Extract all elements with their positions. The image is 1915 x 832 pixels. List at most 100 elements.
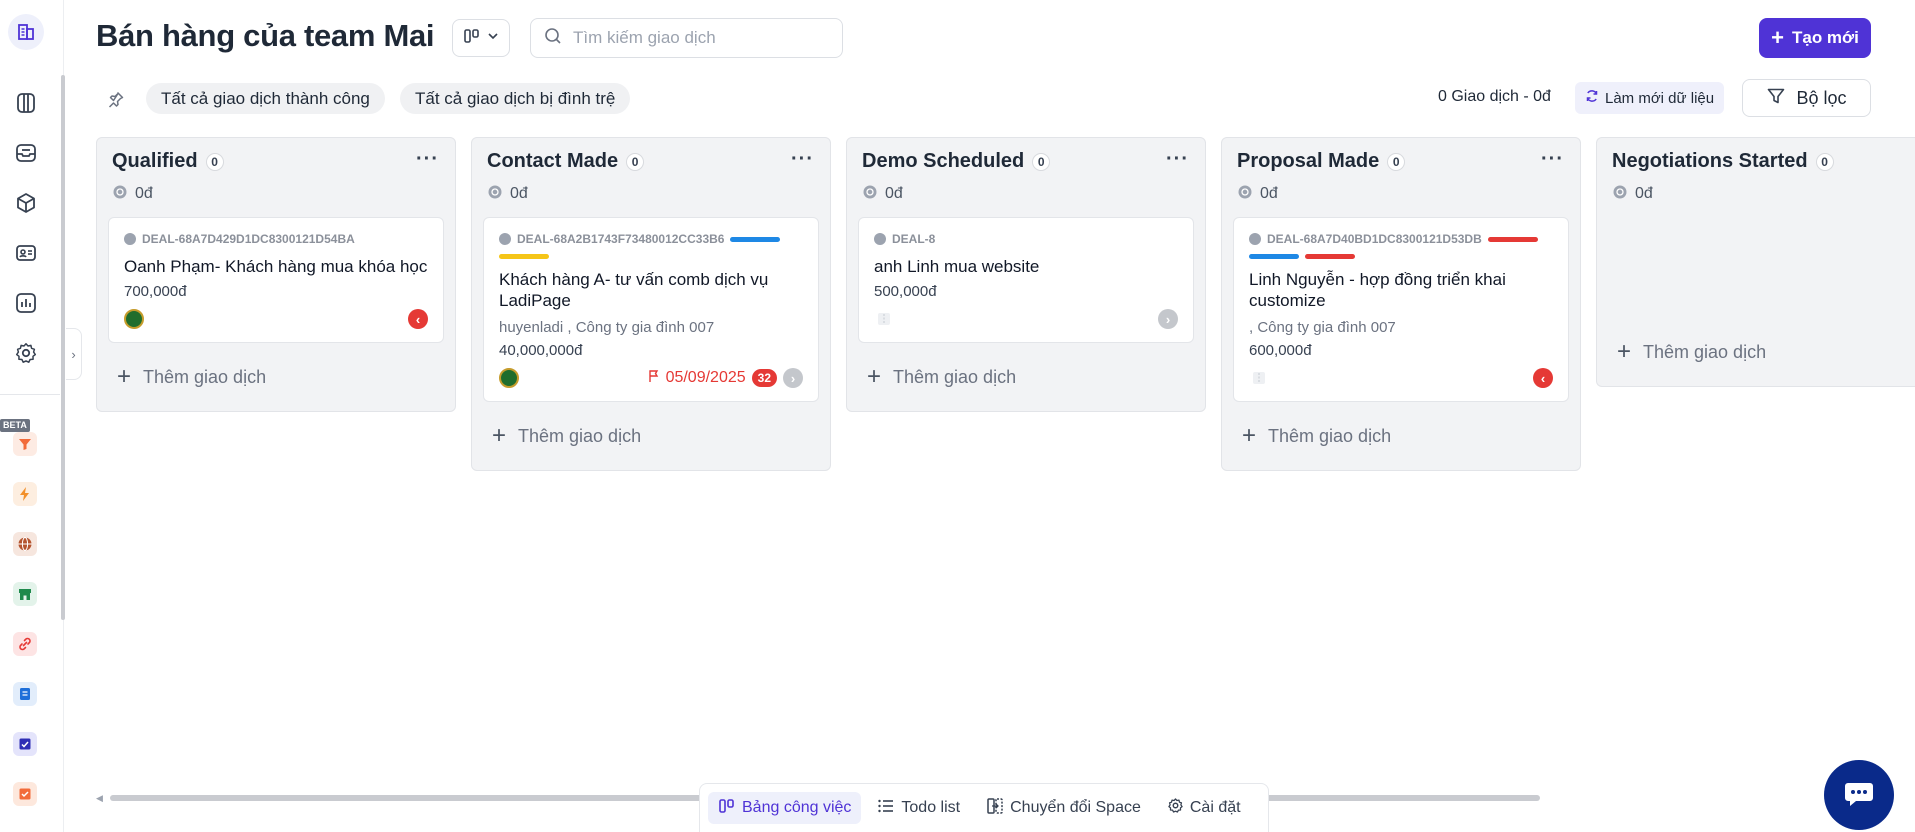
stage-title: Demo Scheduled [862, 150, 1025, 172]
form-app-icon[interactable] [13, 732, 37, 756]
list-icon [877, 797, 895, 820]
move-back-button[interactable]: ‹ [1533, 368, 1553, 388]
deal-contact: , Công ty gia đình 007 [1249, 319, 1396, 336]
deal-card[interactable]: DEAL-8 anh Linh mua website 500,000đ › [858, 217, 1194, 343]
search-input[interactable] [573, 28, 823, 48]
deal-card[interactable]: DEAL-68A7D429D1DC8300121D54BA Oanh Phạm-… [108, 217, 444, 343]
avatar [124, 309, 144, 329]
due-date: 05/09/2025 [647, 369, 746, 388]
deal-value: 40,000,000đ [499, 342, 583, 359]
chip-success-deals[interactable]: Tất cả giao dịch thành công [146, 83, 385, 114]
view-switch-button[interactable] [452, 19, 510, 57]
more-options-icon[interactable]: ··· [1541, 148, 1564, 171]
tab-switch-space[interactable]: Chuyển đổi Space [976, 792, 1151, 824]
add-deal-button[interactable]: + Thêm giao dịch [867, 343, 1205, 411]
tab-settings[interactable]: Cài đặt [1157, 792, 1251, 824]
automation-app-icon[interactable] [13, 482, 37, 506]
add-deal-button[interactable]: + Thêm giao dịch [1617, 318, 1915, 386]
overdue-count-badge: 32 [751, 369, 777, 387]
add-deal-label: Thêm giao dịch [518, 425, 642, 446]
stage-column-demo-scheduled: Demo Scheduled 0 ··· 0đ DEAL-8 anh Linh m… [846, 137, 1206, 412]
scroll-left-icon[interactable]: ◀ [96, 793, 103, 804]
products-icon[interactable] [12, 189, 40, 217]
contacts-icon[interactable] [12, 239, 40, 267]
sidebar-expand-button[interactable]: › [66, 328, 82, 380]
stage-title: Contact Made [487, 150, 619, 172]
chevron-down-icon [487, 29, 499, 47]
workspace-logo-icon[interactable] [8, 14, 44, 50]
more-options-icon[interactable]: ··· [1166, 148, 1189, 171]
refresh-label: Làm mới dữ liệu [1605, 89, 1715, 107]
tab-board[interactable]: Bảng công việc [708, 792, 862, 824]
stage-count: 0 [1387, 152, 1406, 171]
gear-icon [1167, 797, 1184, 819]
plus-icon: + [117, 363, 132, 390]
tag-blue [1249, 254, 1299, 259]
add-deal-button[interactable]: + Thêm giao dịch [117, 343, 455, 411]
status-dot [1249, 233, 1261, 245]
create-new-button[interactable]: + Tạo mới [1759, 18, 1871, 58]
due-date-text: 05/09/2025 [665, 369, 746, 386]
tab-todo-list[interactable]: Todo list [867, 792, 970, 824]
tab-todo-label: Todo list [901, 799, 961, 816]
plus-icon: + [1242, 422, 1257, 449]
empty-avatar-icon [1249, 368, 1269, 388]
add-deal-button[interactable]: + Thêm giao dịch [492, 402, 830, 470]
deal-value: 600,000đ [1249, 342, 1312, 359]
website-app-icon[interactable] [13, 532, 37, 556]
tag-yellow [499, 254, 549, 259]
store-app-icon[interactable] [13, 582, 37, 606]
move-forward-button[interactable]: › [1158, 309, 1178, 329]
move-forward-button[interactable]: › [783, 368, 803, 388]
deal-title: anh Linh mua website [874, 257, 1040, 276]
stage-count: 0 [1815, 152, 1834, 171]
flag-icon [647, 369, 661, 388]
chip-stalled-deals[interactable]: Tất cả giao dịch bị đình trệ [400, 83, 631, 114]
link-app-icon[interactable] [13, 632, 37, 656]
empty-avatar-icon [874, 309, 894, 329]
stage-column-contact-made: Contact Made 0 ··· 0đ DEAL-68A2B1743F7348… [471, 137, 831, 471]
status-dot [499, 233, 511, 245]
deal-value: 700,000đ [124, 283, 187, 300]
pin-icon[interactable] [103, 86, 129, 112]
board-view-icon [718, 797, 736, 820]
deal-value: 500,000đ [874, 283, 937, 300]
inbox-icon[interactable] [12, 139, 40, 167]
money-icon [112, 184, 128, 205]
document-app-icon[interactable] [13, 682, 37, 706]
bottom-toolbar: Bảng công việc Todo list Chuyển đổi Spac… [699, 783, 1269, 832]
refresh-data-button[interactable]: Làm mới dữ liệu [1575, 82, 1725, 114]
dashboard-icon[interactable] [12, 89, 40, 117]
stage-count: 0 [1032, 152, 1051, 171]
stage-title: Qualified [112, 150, 198, 172]
money-icon [1612, 184, 1628, 205]
survey-app-icon[interactable] [13, 782, 37, 806]
more-options-icon[interactable]: ··· [791, 148, 814, 171]
tag-blue [730, 236, 781, 242]
settings-icon[interactable] [12, 339, 40, 367]
search-icon [543, 26, 563, 51]
chat-support-button[interactable] [1824, 760, 1894, 830]
filter-button[interactable]: Bộ lọc [1742, 79, 1871, 117]
funnel-app-icon[interactable] [13, 432, 37, 456]
beta-badge: BETA [0, 419, 30, 432]
chat-icon [1842, 776, 1876, 815]
deal-id: DEAL-68A2B1743F73480012CC33B6 [517, 232, 725, 246]
add-deal-label: Thêm giao dịch [1268, 425, 1392, 446]
status-dot [874, 233, 886, 245]
search-box[interactable] [530, 18, 843, 58]
money-icon [862, 184, 878, 205]
stage-count: 0 [626, 152, 645, 171]
sidebar-scrollbar[interactable] [61, 75, 65, 620]
deal-summary: 0 Giao dịch - 0đ [1438, 88, 1551, 105]
stage-column-qualified: Qualified 0 ··· 0đ DEAL-68A7D429D1DC83001… [96, 137, 456, 412]
move-back-button[interactable]: ‹ [408, 309, 428, 329]
deal-card[interactable]: DEAL-68A7D40BD1DC8300121D53DB Linh Nguyễ… [1233, 217, 1569, 402]
add-deal-label: Thêm giao dịch [143, 366, 267, 387]
board-view-icon [463, 27, 481, 50]
more-options-icon[interactable]: ··· [416, 148, 439, 171]
tag-red [1487, 236, 1538, 242]
deal-card[interactable]: DEAL-68A2B1743F73480012CC33B6 Khách hàng… [483, 217, 819, 402]
add-deal-button[interactable]: + Thêm giao dịch [1242, 402, 1580, 470]
reports-icon[interactable] [12, 289, 40, 317]
